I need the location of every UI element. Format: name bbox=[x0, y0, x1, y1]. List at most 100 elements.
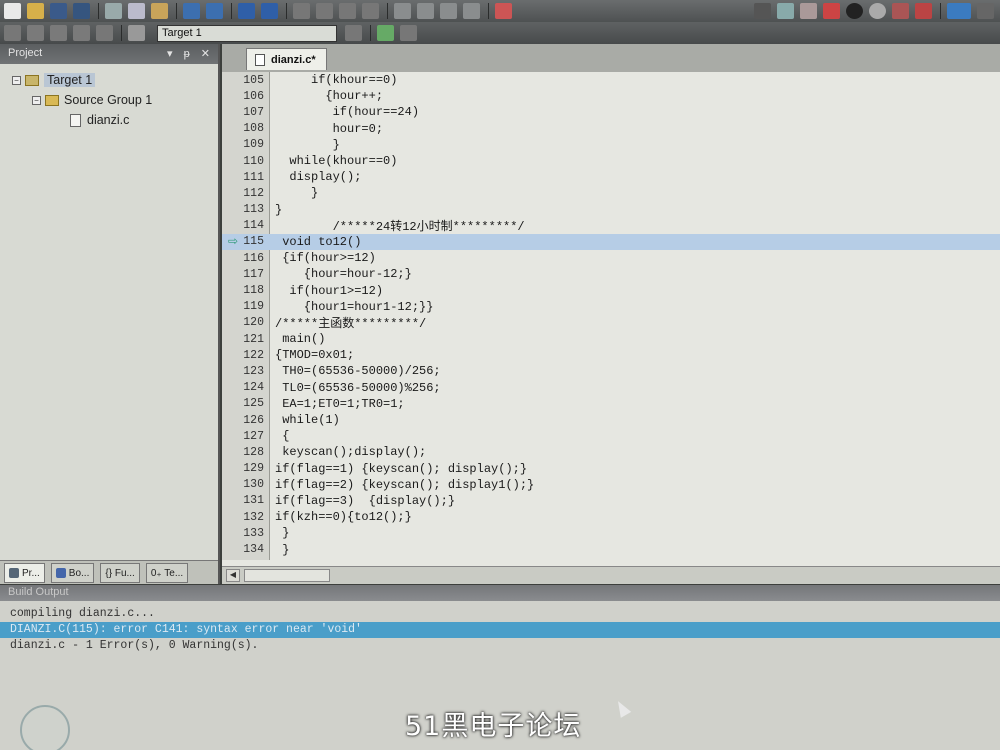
code-text[interactable]: EA=1;ET0=1;TR0=1; bbox=[270, 397, 404, 411]
output-line[interactable]: dianzi.c - 1 Error(s), 0 Warning(s). bbox=[0, 638, 1000, 654]
target-options-icon[interactable] bbox=[345, 25, 362, 41]
code-line[interactable]: 125 EA=1;ET0=1;TR0=1; bbox=[222, 396, 1000, 412]
code-text[interactable]: /*****24转12小时制*********/ bbox=[270, 217, 525, 234]
bookmark-clear-icon[interactable] bbox=[362, 3, 379, 19]
collapse-icon[interactable]: − bbox=[12, 75, 21, 85]
code-line[interactable]: 134 } bbox=[222, 541, 1000, 557]
tab-dianzi-c[interactable]: dianzi.c* bbox=[246, 48, 327, 70]
code-line[interactable]: 130 if(flag==2) {keyscan(); display1();} bbox=[222, 477, 1000, 493]
code-line[interactable]: 111 display(); bbox=[222, 169, 1000, 185]
bookmark-next-icon[interactable] bbox=[339, 3, 356, 19]
save-all-icon[interactable] bbox=[73, 3, 90, 19]
download-icon[interactable] bbox=[128, 25, 145, 41]
incremental-find-icon[interactable] bbox=[800, 3, 817, 19]
code-line[interactable]: 128 keyscan();display(); bbox=[222, 444, 1000, 460]
new-file-icon[interactable] bbox=[4, 3, 21, 19]
code-line[interactable]: 107 if(hour==24) bbox=[222, 104, 1000, 120]
horizontal-scrollbar[interactable]: ◀ bbox=[222, 566, 1000, 584]
scrollbar-thumb[interactable] bbox=[244, 569, 330, 582]
code-text[interactable]: /*****主函数*********/ bbox=[270, 314, 426, 331]
code-line[interactable]: 120 /*****主函数*********/ bbox=[222, 315, 1000, 331]
code-text[interactable]: } bbox=[270, 138, 340, 152]
code-text[interactable]: {hour++; bbox=[270, 89, 383, 103]
code-line[interactable]: 126 while(1) bbox=[222, 412, 1000, 428]
code-line[interactable]: 123 TH0=(65536-50000)/256; bbox=[222, 363, 1000, 379]
code-text[interactable]: main() bbox=[270, 332, 325, 346]
code-text[interactable]: } bbox=[270, 203, 282, 217]
code-text[interactable]: hour=0; bbox=[270, 122, 383, 136]
bookmark-icon[interactable] bbox=[293, 3, 310, 19]
code-line[interactable]: 131 if(flag==3) {display();} bbox=[222, 493, 1000, 509]
code-line[interactable]: 114 /*****24转12小时制*********/ bbox=[222, 218, 1000, 234]
code-line[interactable]: 121 main() bbox=[222, 331, 1000, 347]
unindent-icon[interactable] bbox=[417, 3, 434, 19]
start-debug-icon[interactable] bbox=[823, 3, 840, 19]
undo-icon[interactable] bbox=[183, 3, 200, 19]
uncomment-icon[interactable] bbox=[463, 3, 480, 19]
code-line[interactable]: 105 if(khour==0) bbox=[222, 72, 1000, 88]
code-text[interactable]: while(khour==0) bbox=[270, 154, 397, 168]
code-line[interactable]: 106 {hour++; bbox=[222, 88, 1000, 104]
build-icon[interactable] bbox=[27, 25, 44, 41]
cut-icon[interactable] bbox=[105, 3, 122, 19]
open-folder-icon[interactable] bbox=[27, 3, 44, 19]
code-text[interactable]: keyscan();display(); bbox=[270, 445, 426, 459]
breakpoint-disable-icon[interactable] bbox=[869, 3, 886, 19]
build-output-log[interactable]: compiling dianzi.c... DIANZI.C(115): err… bbox=[0, 606, 1000, 654]
comment-icon[interactable] bbox=[440, 3, 457, 19]
output-line[interactable]: compiling dianzi.c... bbox=[0, 606, 1000, 622]
file-extensions-icon[interactable] bbox=[400, 25, 417, 41]
debug-window-icon[interactable] bbox=[754, 3, 771, 19]
code-text[interactable]: if(flag==2) {keyscan(); display1();} bbox=[270, 478, 534, 492]
code-line[interactable]: 116 {if(hour>=12) bbox=[222, 250, 1000, 266]
translate-icon[interactable] bbox=[4, 25, 21, 41]
code-line[interactable]: 110 while(khour==0) bbox=[222, 153, 1000, 169]
code-text[interactable]: } bbox=[270, 543, 289, 557]
code-line[interactable]: 124 TL0=(65536-50000)%256; bbox=[222, 380, 1000, 396]
code-text[interactable]: } bbox=[270, 186, 318, 200]
code-line[interactable]: 129 if(flag==1) {keyscan(); display();} bbox=[222, 461, 1000, 477]
bookmark-prev-icon[interactable] bbox=[316, 3, 333, 19]
breakpoint-icon[interactable] bbox=[846, 3, 863, 19]
code-text[interactable]: } bbox=[270, 526, 289, 540]
code-line[interactable]: 118 if(hour1>=12) bbox=[222, 282, 1000, 298]
code-area[interactable]: 105 if(khour==0) 106 {hour++; 107 if(hour=… bbox=[222, 72, 1000, 560]
batch-build-icon[interactable] bbox=[73, 25, 90, 41]
target-select[interactable]: Target 1 bbox=[157, 24, 337, 42]
code-text[interactable]: if(khour==0) bbox=[270, 73, 397, 87]
code-line[interactable]: 132 if(kzh==0){to12();} bbox=[222, 509, 1000, 525]
code-text[interactable]: void to12() bbox=[270, 235, 361, 249]
code-text[interactable]: {TMOD=0x01; bbox=[270, 348, 354, 362]
breakpoint-clear-icon[interactable] bbox=[915, 3, 932, 19]
code-line[interactable]: 108 hour=0; bbox=[222, 121, 1000, 137]
code-line[interactable]: 122 {TMOD=0x01; bbox=[222, 347, 1000, 363]
rebuild-icon[interactable] bbox=[50, 25, 67, 41]
indent-icon[interactable] bbox=[394, 3, 411, 19]
collapse-icon[interactable]: − bbox=[32, 95, 41, 105]
code-text[interactable]: {hour=hour-12;} bbox=[270, 267, 412, 281]
code-line[interactable]: 133 } bbox=[222, 525, 1000, 541]
breakpoint-kill-icon[interactable] bbox=[892, 3, 909, 19]
redo-icon[interactable] bbox=[206, 3, 223, 19]
nav-back-icon[interactable] bbox=[238, 3, 255, 19]
configure-icon[interactable] bbox=[977, 3, 994, 19]
code-text[interactable]: { bbox=[270, 429, 289, 443]
tab-books[interactable]: Bo... bbox=[50, 563, 95, 583]
tab-project[interactable]: Pr... bbox=[4, 563, 45, 583]
code-text[interactable]: TL0=(65536-50000)%256; bbox=[270, 381, 440, 395]
output-line-error[interactable]: DIANZI.C(115): error C141: syntax error … bbox=[0, 622, 1000, 638]
tab-functions[interactable]: {} Fu... bbox=[100, 563, 140, 583]
code-line[interactable]: 117 {hour=hour-12;} bbox=[222, 266, 1000, 282]
tree-item-source-group[interactable]: − Source Group 1 bbox=[12, 90, 218, 110]
close-icon[interactable]: ✕ bbox=[201, 48, 210, 60]
code-text[interactable]: if(flag==1) {keyscan(); display();} bbox=[270, 462, 527, 476]
paste-icon[interactable] bbox=[151, 3, 168, 19]
find-in-files-icon[interactable] bbox=[495, 3, 512, 19]
window-layout-icon[interactable] bbox=[947, 3, 971, 19]
panel-menu-icon[interactable]: ▾ bbox=[167, 48, 173, 60]
scroll-left-icon[interactable]: ◀ bbox=[226, 569, 240, 582]
tree-item-target[interactable]: − Target 1 bbox=[12, 70, 218, 90]
code-line[interactable]: 113} bbox=[222, 202, 1000, 218]
code-line[interactable]: 112 } bbox=[222, 185, 1000, 201]
code-text[interactable]: display(); bbox=[270, 170, 361, 184]
